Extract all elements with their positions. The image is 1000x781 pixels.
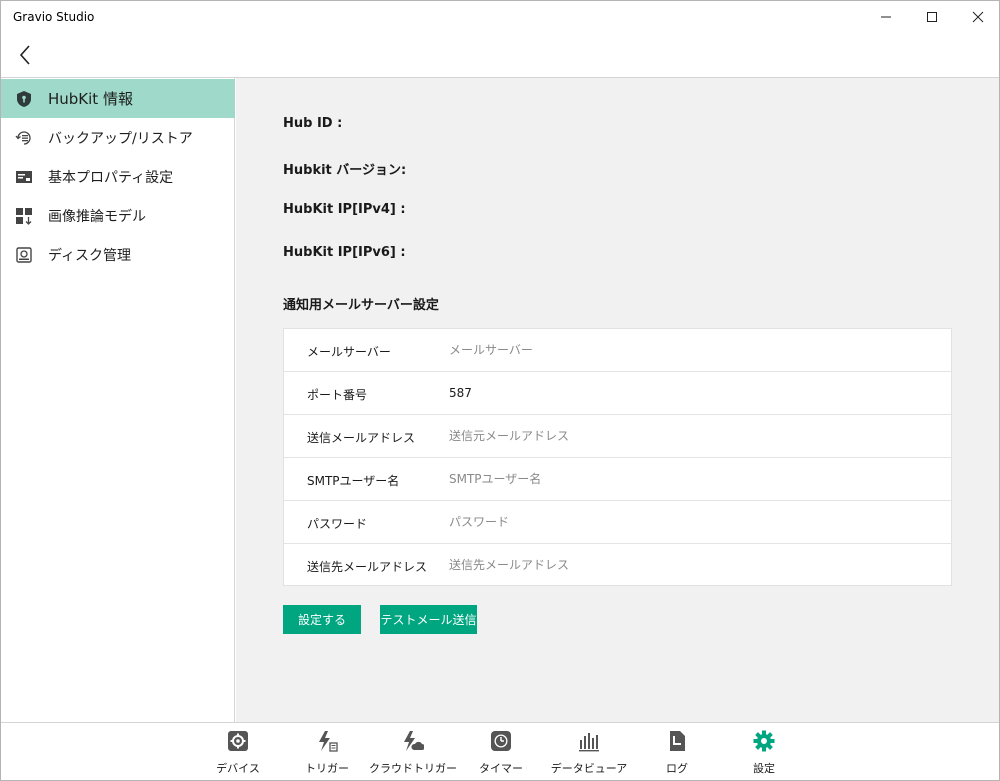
smtp-username-row: SMTPユーザー名 [284, 458, 951, 501]
recipient-address-input[interactable] [449, 550, 929, 580]
hubkit-ipv6-label: HubKit IP[IPv6] : [283, 245, 406, 260]
back-arrow-icon [19, 45, 30, 65]
maximize-icon [927, 12, 937, 22]
sidebar-item-hubkit-info[interactable]: HubKit 情報 [1, 79, 235, 118]
disk-icon [14, 245, 34, 265]
password-row: パスワード [284, 501, 951, 544]
nav-item-timer[interactable]: タイマー [476, 729, 526, 779]
mail-server-row: メールサーバー [284, 329, 951, 372]
hub-id-label: Hub ID : [283, 116, 343, 131]
recipient-address-row: 送信先メールアドレス [284, 544, 951, 587]
sidebar-item-label: HubKit 情報 [48, 90, 133, 108]
password-input[interactable] [449, 507, 929, 537]
nav-item-label: クラウドトリガー [369, 762, 457, 775]
nav-item-label: トリガー [305, 762, 349, 775]
nav-item-settings[interactable]: 設定 [739, 729, 789, 779]
nav-item-label: デバイス [216, 762, 260, 775]
port-number-row: ポート番号 [284, 372, 951, 415]
close-icon [972, 11, 984, 23]
sidebar-item-image-model[interactable]: 画像推論モデル [1, 196, 235, 235]
save-settings-button[interactable]: 設定する [283, 605, 361, 634]
password-label: パスワード [307, 517, 368, 531]
smtp-username-input[interactable] [449, 464, 929, 494]
main-content: Hub ID : Hubkit バージョン: HubKit IP[IPv4] :… [236, 78, 999, 722]
app-window: Gravio Studio HubKit 情報 バックアップ/リストア 基本プロ… [0, 0, 1000, 781]
settings-gear-icon [752, 729, 776, 753]
close-button[interactable] [955, 1, 1000, 33]
mail-server-form: メールサーバー ポート番号 送信メールアドレス SMTPユーザー名 パスワード … [283, 328, 952, 586]
sidebar: HubKit 情報 バックアップ/リストア 基本プロパティ設定 画像推論モデル … [1, 78, 235, 722]
nav-item-label: 設定 [753, 762, 775, 775]
mail-server-section-title: 通知用メールサーバー設定 [283, 298, 439, 313]
cloud-trigger-icon [401, 729, 425, 753]
nav-item-cloud-triggers[interactable]: クラウドトリガー [369, 729, 457, 779]
sidebar-item-label: バックアップ/リストア [48, 130, 193, 147]
sidebar-item-label: 基本プロパティ設定 [48, 169, 174, 186]
nav-item-devices[interactable]: デバイス [213, 729, 263, 779]
sidebar-item-basic-properties[interactable]: 基本プロパティ設定 [1, 157, 235, 196]
hubkit-ipv4-label: HubKit IP[IPv4] : [283, 202, 406, 217]
nav-item-label: データビューア [550, 762, 628, 775]
window-title: Gravio Studio [13, 10, 95, 24]
mail-server-label: メールサーバー [307, 345, 391, 359]
bottom-navigation: デバイス トリガー クラウドトリガー タイマー データビューア ログ 設定 [1, 722, 999, 780]
back-button[interactable] [9, 39, 41, 71]
title-bar: Gravio Studio [1, 1, 999, 33]
nav-item-label: ログ [666, 762, 688, 775]
sender-address-row: 送信メールアドレス [284, 415, 951, 458]
sidebar-item-backup-restore[interactable]: バックアップ/リストア [1, 118, 235, 157]
nav-item-data-viewer[interactable]: データビューア [551, 729, 627, 779]
hubkit-version-label: Hubkit バージョン: [283, 163, 407, 178]
model-download-icon [14, 206, 34, 226]
backup-restore-icon [14, 128, 34, 148]
minimize-icon [881, 16, 891, 18]
sidebar-item-disk-management[interactable]: ディスク管理 [1, 235, 235, 274]
minimize-button[interactable] [863, 1, 909, 33]
sidebar-item-label: ディスク管理 [48, 247, 132, 264]
send-test-mail-button[interactable]: テストメール送信 [380, 605, 477, 634]
property-card-icon [14, 167, 34, 187]
shield-icon [14, 89, 34, 109]
log-document-icon [665, 729, 689, 753]
trigger-icon [315, 729, 339, 753]
bar-chart-icon [577, 729, 601, 753]
timer-clock-icon [489, 729, 513, 753]
nav-item-log[interactable]: ログ [652, 729, 702, 779]
sender-address-input[interactable] [449, 421, 929, 451]
port-number-input[interactable] [449, 378, 929, 408]
smtp-username-label: SMTPユーザー名 [307, 474, 400, 488]
device-gear-icon [226, 729, 250, 753]
maximize-button[interactable] [909, 1, 955, 33]
nav-item-triggers[interactable]: トリガー [302, 729, 352, 779]
mail-server-input[interactable] [449, 335, 929, 365]
sender-address-label: 送信メールアドレス [307, 431, 416, 445]
port-number-label: ポート番号 [307, 388, 368, 402]
nav-item-label: タイマー [479, 762, 523, 775]
recipient-address-label: 送信先メールアドレス [307, 560, 428, 574]
sidebar-item-label: 画像推論モデル [48, 208, 146, 225]
